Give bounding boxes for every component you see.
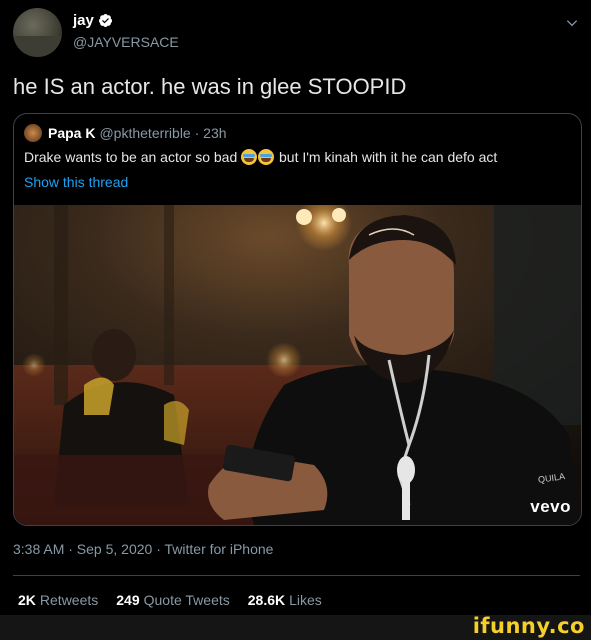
author-name-row[interactable]: jay [73, 12, 113, 29]
author-handle[interactable]: @JAYVERSACE [73, 34, 179, 50]
retweets-stat[interactable]: 2K Retweets [18, 592, 98, 608]
quoted-tweet[interactable]: Papa K @pktheterrible · 23h Drake wants … [13, 113, 582, 526]
chevron-down-icon[interactable] [565, 16, 579, 30]
vevo-logo: vevo [530, 497, 571, 516]
quoted-handle-time: @pktheterrible · 23h [99, 125, 227, 141]
likes-stat[interactable]: 28.6K Likes [248, 592, 322, 608]
emoji-joy-icon [241, 149, 258, 165]
tweet-stats: 2K Retweets 249 Quote Tweets 28.6K Likes [18, 592, 340, 608]
quoted-text-before: Drake wants to be an actor so bad [24, 149, 242, 165]
verified-badge-icon [98, 13, 112, 28]
quoted-text-after: but I'm kinah with it he can defo act [275, 149, 498, 165]
show-thread-link[interactable]: Show this thread [24, 174, 128, 190]
media-photo [14, 205, 581, 525]
quoted-avatar[interactable] [24, 124, 42, 142]
author-avatar[interactable] [13, 8, 62, 57]
divider [13, 575, 580, 576]
tweet-timestamp[interactable]: 3:38 AM · Sep 5, 2020 · Twitter for iPho… [13, 541, 273, 557]
quoted-name[interactable]: Papa K [48, 125, 95, 141]
tweet-header: jay @JAYVERSACE [13, 8, 583, 60]
quoted-text: Drake wants to be an actor so bad but I'… [24, 149, 497, 165]
author-name[interactable]: jay [73, 12, 94, 29]
quote-tweets-stat[interactable]: 249 Quote Tweets [116, 592, 230, 608]
quoted-header: Papa K @pktheterrible · 23h [24, 124, 227, 142]
tweet-text: he IS an actor. he was in glee STOOPID [13, 74, 407, 99]
quoted-media-image[interactable]: QUILA vevo [14, 205, 581, 525]
emoji-joy-icon [258, 149, 275, 165]
ifunny-watermark: ifunny.co [472, 614, 585, 638]
